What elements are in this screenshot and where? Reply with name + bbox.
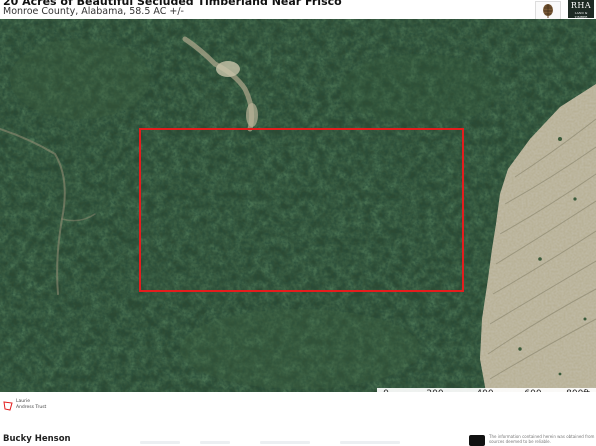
scale-label: 200	[426, 389, 443, 392]
aerial-map[interactable]: 0 200 400 600 800ft	[0, 19, 596, 392]
scale-label: 0	[383, 389, 389, 392]
aerial-imagery	[0, 19, 596, 392]
brand-logo-subtext: LAND & TIMBER	[574, 11, 588, 19]
footer-contact-line	[140, 439, 440, 446]
legend-label: Laurie Andress Trust	[16, 399, 46, 410]
map-header: 20 Acres of Beautiful Secluded Timberlan…	[0, 0, 596, 20]
scale-label: 800ft	[566, 389, 590, 392]
brand-logo: RHA LAND & TIMBER	[568, 0, 594, 19]
scale-label: 400	[476, 389, 493, 392]
company-badge-icon	[469, 435, 485, 446]
brand-logo-text: RHA	[570, 1, 592, 10]
scale-bar: 0 200 400 600 800ft	[377, 388, 596, 392]
legend-line-2: Andress Trust	[16, 404, 47, 410]
disclaimer-text: The information contained herein was obt…	[489, 434, 595, 444]
boundary-swatch-icon	[3, 401, 13, 411]
page-subtitle: Monroe County, Alabama, 58.5 AC +/-	[3, 6, 184, 17]
agent-name: Bucky Henson	[3, 434, 71, 444]
scale-label: 600	[524, 389, 541, 392]
pine-cone-icon	[535, 1, 561, 20]
